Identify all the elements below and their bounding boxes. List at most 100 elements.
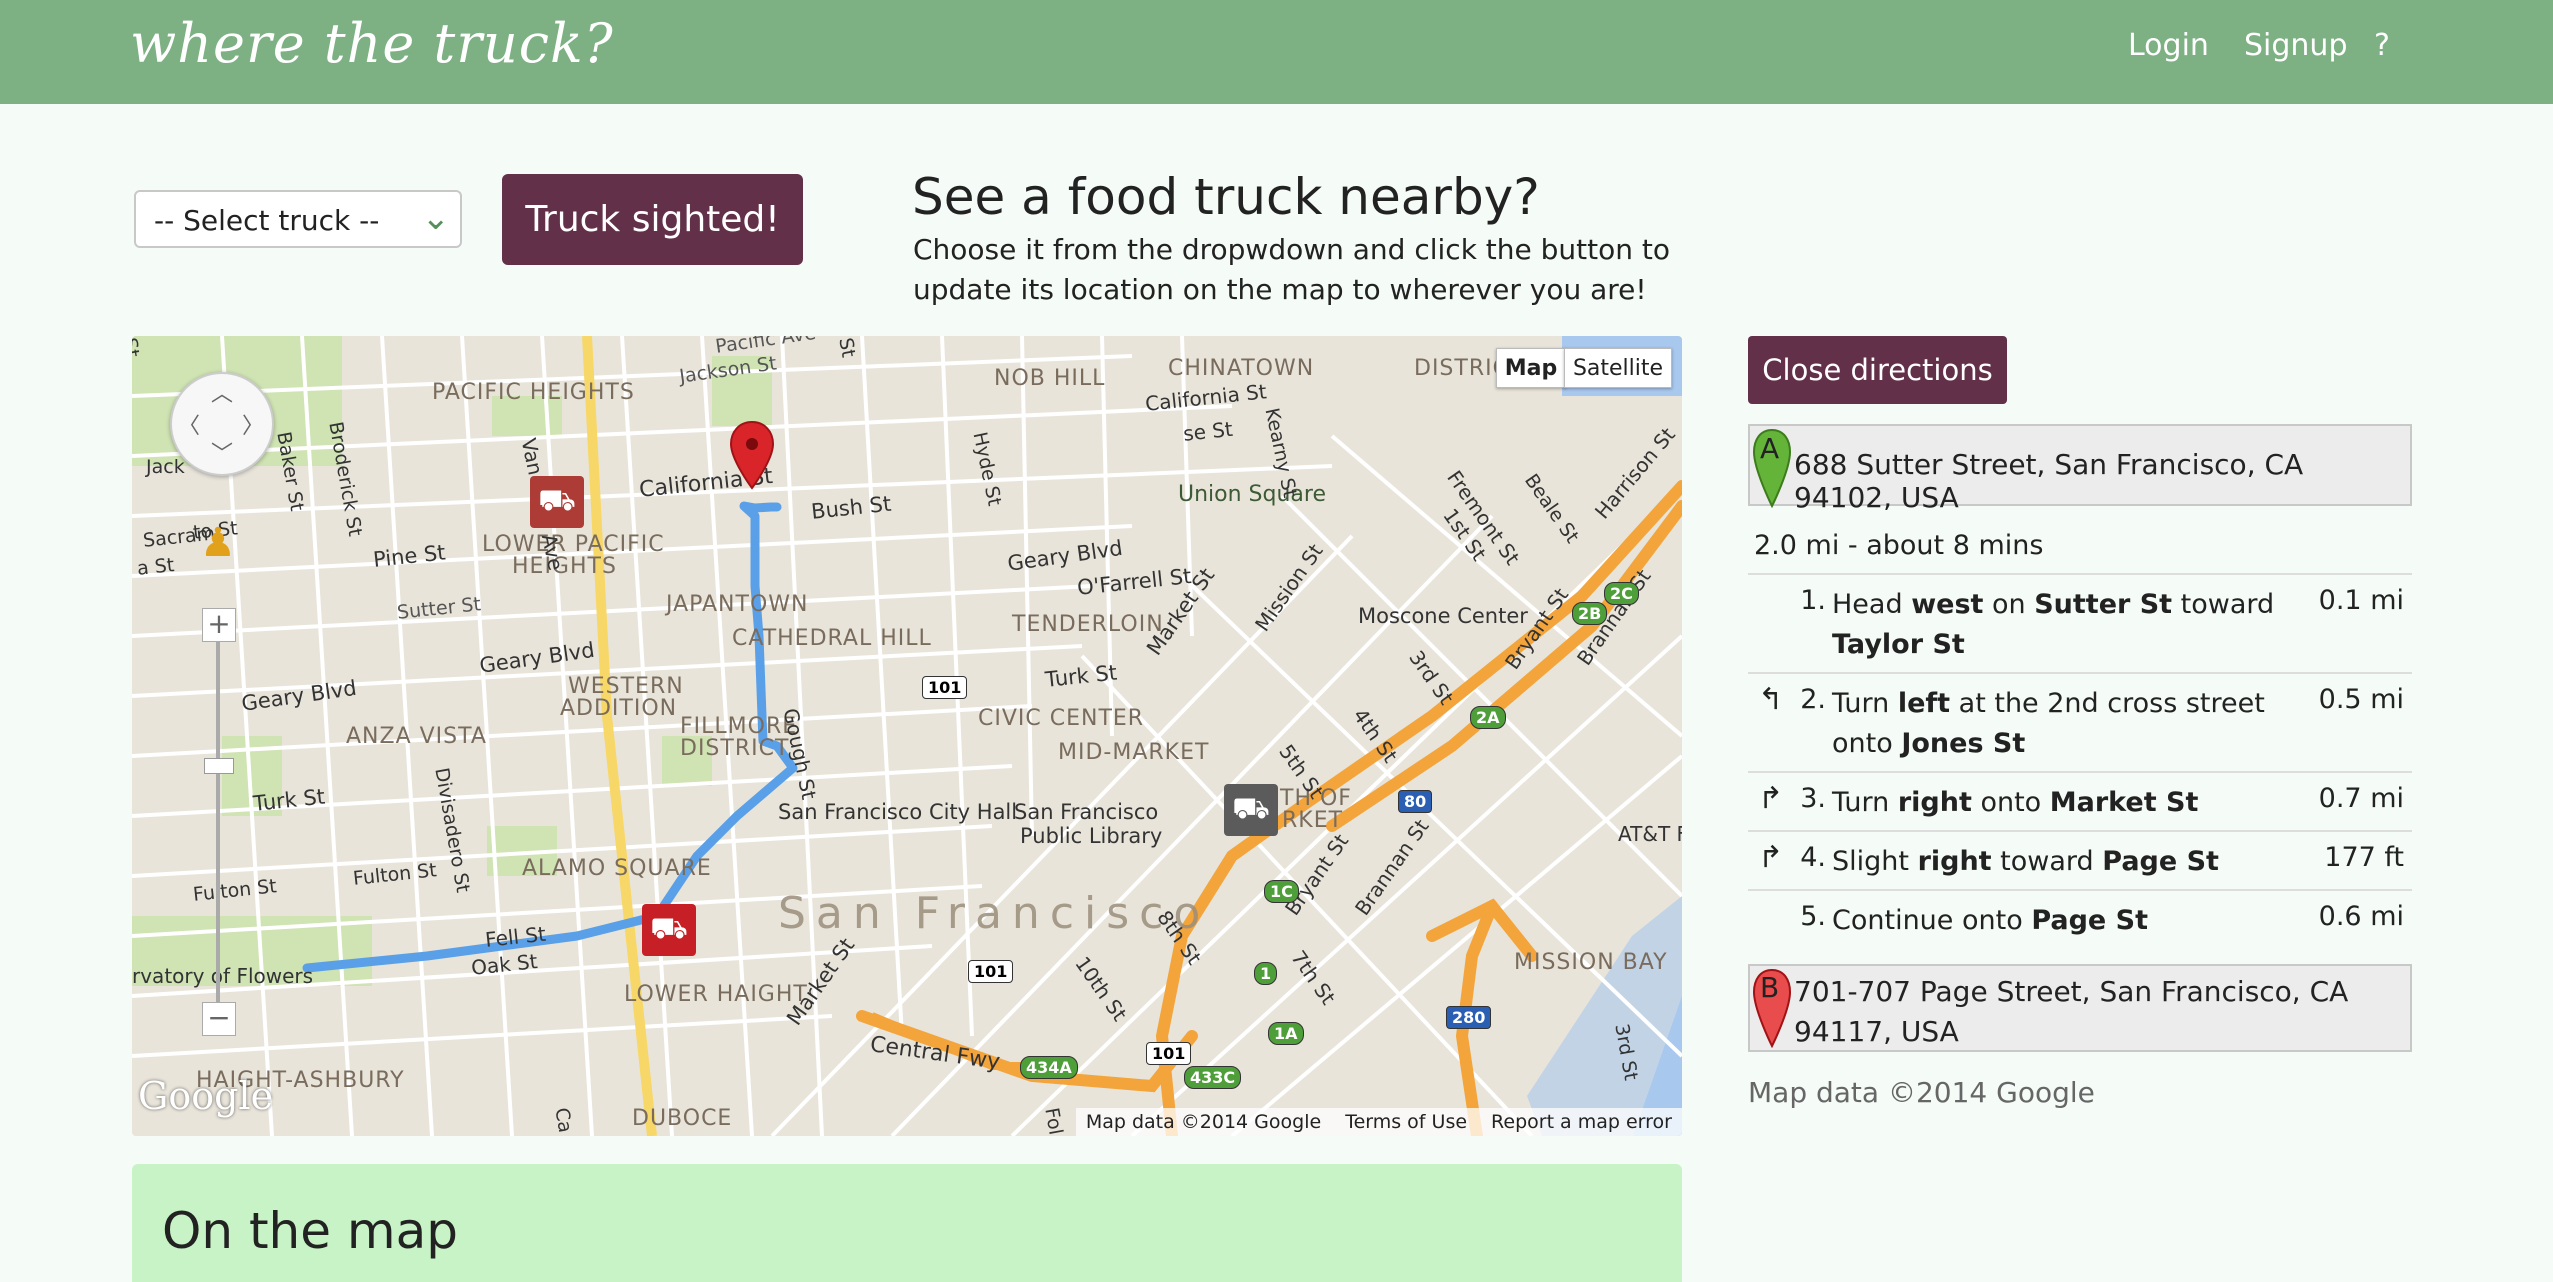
top-navbar: where the truck? Login Signup ?	[0, 0, 2553, 104]
step-number: 4.	[1800, 842, 1826, 873]
direction-step[interactable]: 5. Continue onto Page St 0.6 mi	[1748, 889, 2412, 946]
street-label: a St	[136, 554, 176, 580]
step-instruction: Slight right toward Page St	[1832, 846, 2219, 877]
pan-down-icon[interactable]: ﹀	[211, 436, 233, 468]
turn-right-icon: ↱	[1758, 781, 1784, 816]
directions-end: B 701-707 Page Street, San Francisco, CA…	[1748, 964, 2412, 1052]
neighborhood-label: CATHEDRAL HILL	[732, 626, 932, 651]
start-address: 688 Sutter Street, San Francisco, CA 941…	[1794, 448, 2304, 514]
place-label: Public Library	[1020, 824, 1163, 848]
cta-title: See a food truck nearby?	[912, 168, 1540, 226]
step-distance: 0.5 mi	[2318, 684, 2404, 715]
direction-step[interactable]: ↱ 4. Slight right toward Page St 177 ft	[1748, 830, 2412, 889]
login-link[interactable]: Login	[2128, 28, 2209, 63]
pan-up-icon[interactable]: ︿	[211, 376, 233, 408]
on-the-map-title: On the map	[162, 1202, 458, 1260]
zoom-slider-handle[interactable]	[204, 758, 234, 774]
step-instruction: Continue onto Page St	[1832, 905, 2148, 936]
neighborhood-label: MISSION BAY	[1514, 950, 1668, 975]
truck-select[interactable]: -- Select truck -- ⌄	[134, 190, 462, 248]
direction-steps: 1. Head west on Sutter St toward Taylor S…	[1748, 573, 2412, 946]
city-label: San Francisco	[778, 888, 1211, 939]
place-label: Union Square	[1178, 482, 1327, 507]
step-instruction: Head west on Sutter St toward Taylor St	[1832, 589, 2275, 660]
help-link[interactable]: ?	[2374, 28, 2390, 63]
place-label: San Francisco City Hall	[778, 800, 1018, 824]
destination-pin-icon[interactable]	[729, 420, 775, 490]
step-number: 5.	[1800, 901, 1826, 932]
direction-step[interactable]: ↰ 2. Turn left at the 2nd cross street ont…	[1748, 672, 2412, 771]
map-type-map-button[interactable]: Map	[1496, 348, 1566, 388]
step-distance: 0.1 mi	[2318, 585, 2404, 616]
neighborhood-label: JAPANTOWN	[666, 592, 809, 617]
state-route-shield-icon: 1A	[1268, 1022, 1304, 1045]
google-logo: Google	[138, 1074, 274, 1118]
us-route-shield-icon: 101	[922, 676, 968, 699]
state-route-shield-icon: 2C	[1604, 582, 1639, 605]
brand-logo[interactable]: where the truck?	[130, 12, 614, 75]
neighborhood-label: TENDERLOIN	[1012, 612, 1164, 637]
place-label: San Francisco	[1014, 800, 1159, 824]
state-route-shield-icon: 433C	[1184, 1066, 1242, 1089]
step-distance: 177 ft	[2324, 842, 2404, 873]
street-view-pegman-icon[interactable]: ♟	[200, 520, 236, 566]
step-number: 1.	[1800, 585, 1826, 616]
end-address: 701-707 Page Street, San Francisco, CA 9…	[1794, 975, 2349, 1048]
neighborhood-label: DISTRICT	[680, 736, 790, 761]
neighborhood-label: ANZA VISTA	[346, 724, 487, 749]
on-the-map-panel: On the map	[132, 1164, 1682, 1282]
state-route-shield-icon: 2A	[1470, 706, 1506, 729]
place-label: rvatory of Flowers	[132, 964, 314, 988]
neighborhood-label: ALAMO SQUARE	[522, 856, 712, 881]
step-number: 3.	[1800, 783, 1826, 814]
directions-copyright: Map data ©2014 Google	[1748, 1076, 2095, 1109]
street-label: Ca	[550, 1106, 577, 1135]
street-label: Fol	[1040, 1106, 1067, 1136]
neighborhood-label: DUBOCE	[632, 1106, 733, 1131]
place-label: Moscone Center	[1358, 604, 1528, 628]
zoom-out-button[interactable]: −	[202, 1002, 236, 1036]
truck-select-value: -- Select truck --	[154, 204, 380, 237]
direction-step[interactable]: ↱ 3. Turn right onto Market St 0.7 mi	[1748, 771, 2412, 830]
pan-control[interactable]: ︿ ﹀ 〈 〉	[170, 372, 274, 476]
map-data-credit: Map data ©2014 Google	[1085, 1111, 1322, 1133]
zoom-slider-track[interactable]	[216, 642, 220, 1002]
neighborhood-label: CHINATOWN	[1168, 356, 1315, 381]
step-instruction: Turn left at the 2nd cross street onto J…	[1832, 688, 2265, 759]
neighborhood-label: NOB HILL	[994, 366, 1106, 391]
directions-start: A 688 Sutter Street, San Francisco, CA 9…	[1748, 424, 2412, 514]
signup-link[interactable]: Signup	[2244, 28, 2348, 63]
street-label: St	[834, 336, 860, 360]
step-distance: 0.6 mi	[2318, 901, 2404, 932]
truck-sighted-button[interactable]: Truck sighted!	[502, 174, 803, 265]
map-footer: Map data ©2014 Google Terms of Use Repor…	[1075, 1108, 1682, 1136]
turn-left-icon: ↰	[1758, 682, 1784, 717]
report-map-error-link[interactable]: Report a map error	[1491, 1111, 1672, 1133]
place-label: AT&T F	[1618, 822, 1682, 846]
route-summary: 2.0 mi - about 8 mins	[1754, 530, 2044, 561]
direction-step[interactable]: 1. Head west on Sutter St toward Taylor S…	[1748, 573, 2412, 672]
interstate-shield-icon: 280	[1446, 1006, 1492, 1029]
neighborhood-label: LOWER HAIGHT	[624, 982, 808, 1007]
state-route-shield-icon: 434A	[1020, 1056, 1078, 1079]
food-truck-marker-icon[interactable]: ⛟	[1224, 784, 1278, 836]
state-route-shield-icon: 1	[1254, 962, 1278, 985]
us-route-shield-icon: 101	[968, 960, 1014, 983]
pan-left-icon[interactable]: 〈	[178, 408, 200, 440]
food-truck-marker-icon[interactable]: ⛟	[642, 904, 696, 956]
neighborhood-label: PACIFIC HEIGHTS	[432, 380, 635, 405]
us-route-shield-icon: 101	[1146, 1042, 1192, 1065]
pan-right-icon[interactable]: 〉	[242, 408, 264, 440]
cta-subtitle: Choose it from the dropwdown and click t…	[913, 230, 1673, 310]
map-canvas[interactable]: CHINATOWN DISTRICT PACIFIC HEIGHTS NOB HILL…	[132, 336, 1682, 1136]
step-instruction: Turn right onto Market St	[1832, 787, 2199, 818]
food-truck-marker-icon[interactable]: ⛟	[530, 476, 584, 528]
interstate-shield-icon: 80	[1398, 790, 1433, 813]
terms-of-use-link[interactable]: Terms of Use	[1345, 1111, 1467, 1133]
zoom-in-button[interactable]: +	[202, 608, 236, 642]
turn-right-icon: ↱	[1758, 840, 1784, 875]
street-label: Jack	[146, 456, 185, 478]
close-directions-button[interactable]: Close directions	[1748, 336, 2007, 404]
state-route-shield-icon: 2B	[1572, 602, 1608, 625]
map-type-satellite-button[interactable]: Satellite	[1564, 348, 1672, 388]
